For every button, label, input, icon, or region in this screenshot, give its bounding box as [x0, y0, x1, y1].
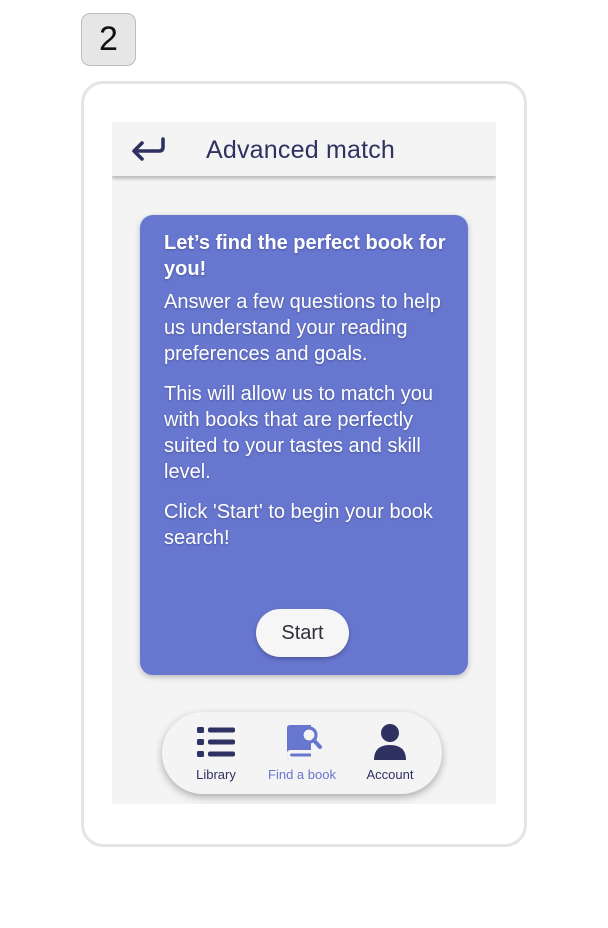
app-header: Advanced match [112, 122, 496, 176]
nav-label-find-a-book: Find a book [268, 767, 336, 782]
nav-item-account[interactable]: Account [348, 722, 432, 788]
bottom-nav: Library Find a book Account [162, 712, 442, 794]
intro-card: Let’s find the perfect book for you! Ans… [140, 215, 468, 675]
app-screen: Advanced match Let’s find the perfect bo… [112, 122, 496, 804]
nav-label-account: Account [366, 767, 414, 782]
step-number: 2 [99, 20, 118, 58]
page-title: Advanced match [206, 136, 396, 164]
nav-label-library: Library [196, 767, 236, 782]
card-paragraph-2: This will allow us to match you with boo… [164, 383, 433, 483]
nav-item-library[interactable]: Library [174, 722, 258, 788]
back-arrow-icon [132, 137, 165, 161]
card-paragraph-1: Answer a few questions to help us unders… [164, 291, 441, 365]
user-icon [372, 722, 408, 762]
back-button[interactable] [128, 134, 168, 164]
nav-item-find-a-book[interactable]: Find a book [260, 722, 344, 788]
card-heading: Let’s find the perfect book for you! [164, 232, 446, 280]
card-paragraph-3: Click 'Start' to begin your book search! [164, 501, 433, 549]
step-badge: 2 [81, 13, 136, 66]
book-search-icon [282, 722, 322, 762]
list-icon [196, 722, 236, 762]
start-button[interactable]: Start [256, 609, 349, 657]
